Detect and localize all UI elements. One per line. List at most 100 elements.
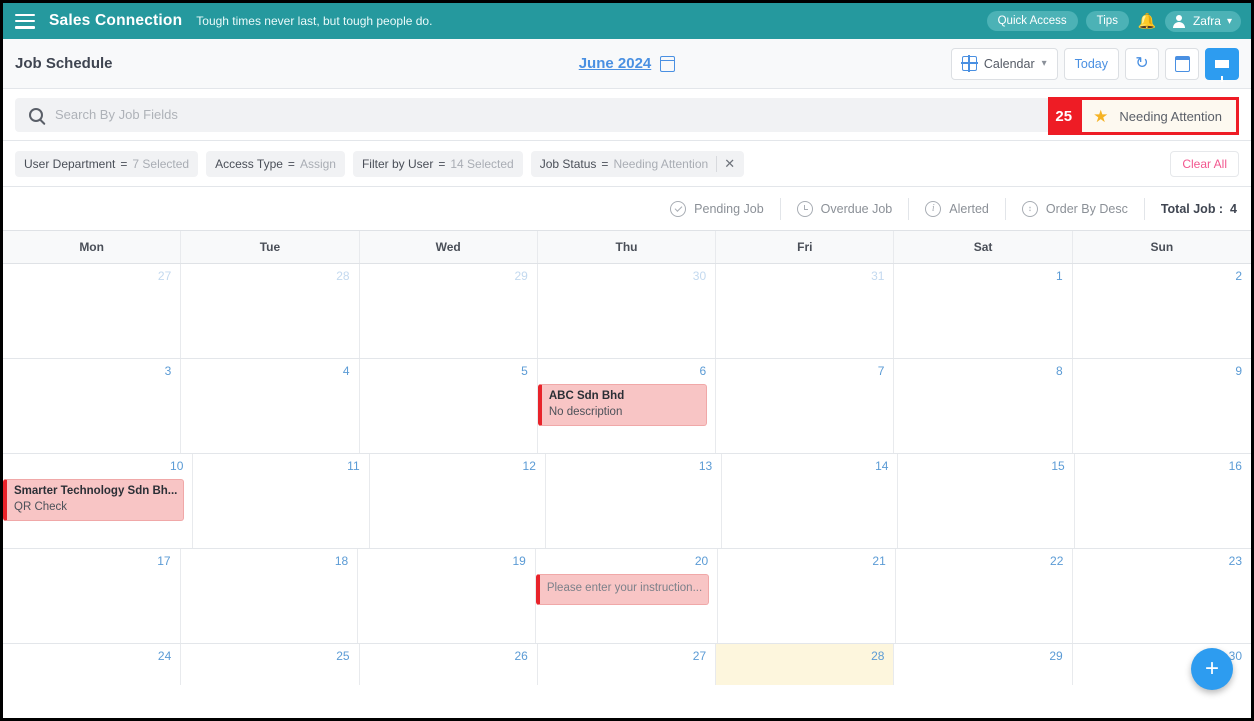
calendar-day-cell[interactable]: 17 [3,549,181,643]
user-menu[interactable]: Zafra ▾ [1164,10,1241,32]
chip-label: Filter by User [361,156,434,171]
chip-label: Job Status [539,156,597,171]
calendar-day-cell[interactable]: 6 ABC Sdn Bhd No description [537,359,717,453]
app-window: Sales Connection Tough times never last,… [0,0,1254,721]
calendar-day-cell[interactable]: 27 [3,264,182,358]
hamburger-menu-icon[interactable] [15,13,35,29]
calendar-week-row: 10 Smarter Technology Sdn Bh... QR Check 11… [3,454,1251,549]
legend-label: Order By Desc [1045,201,1128,216]
calendar-week-row: 3 4 5 6 ABC Sdn Bhd No description 7 8 9 [3,359,1251,454]
calendar-day-cell[interactable]: 1 [894,264,1073,358]
calendar-day-cell[interactable]: 21 [718,549,896,643]
weekday-wed: Wed [360,231,538,263]
job-event-title: Smarter Technology Sdn Bh... [14,485,178,497]
day-number: 7 [877,364,885,378]
add-job-button[interactable]: + [1191,648,1233,690]
needing-attention-button[interactable]: ★ Needing Attention [1079,97,1239,135]
legend-pending-job[interactable]: Pending Job [654,197,781,220]
clear-all-button[interactable]: Clear All [1170,150,1239,177]
chip-value: Assign [299,156,336,171]
calendar-day-cell[interactable]: 13 [545,454,723,548]
day-number: 29 [514,269,528,283]
job-event-title: ABC Sdn Bhd [548,390,625,402]
calendar-day-cell[interactable]: 14 [722,454,899,548]
filter-chip-filter-by-user[interactable]: Filter by User = 14 Selected [352,150,523,177]
view-mode-label: Calendar [983,56,1035,71]
calendar-day-cell[interactable]: 25 [181,644,360,685]
check-circle-icon [670,200,687,217]
legend-order-by-desc[interactable]: ↕ Order By Desc [1006,197,1145,220]
calendar-day-cell[interactable]: 15 [898,454,1075,548]
calendar-day-cell[interactable]: 20 Please enter your instruction... [535,549,719,643]
date-picker-button[interactable] [1165,47,1199,80]
view-mode-selector[interactable]: Calendar ▾ [950,47,1058,80]
calendar-day-cell[interactable]: 22 [895,549,1074,643]
calendar-day-cell[interactable]: 31 [716,264,895,358]
legend-overdue-job[interactable]: Overdue Job [781,197,910,220]
quick-access-button[interactable]: Quick Access [986,10,1078,32]
calendar-day-cell[interactable]: 24 [3,644,182,685]
current-month-label[interactable]: June 2024 [579,55,652,72]
top-bar-actions: Quick Access Tips 🔔 Zafra ▾ [986,10,1241,32]
chip-value: 14 Selected [450,156,514,171]
calendar-day-cell[interactable]: 23 [1073,549,1251,643]
day-number: 12 [522,459,536,473]
day-events: Please enter your instruction... [535,574,711,605]
calendar-day-cell[interactable]: 27 [537,644,717,685]
job-event-card[interactable]: Smarter Technology Sdn Bh... QR Check [3,479,185,522]
calendar-day-cell[interactable]: 16 [1074,454,1251,548]
legend-label: Alerted [949,201,989,216]
day-number: 5 [521,364,528,378]
calendar-day-cell[interactable]: 5 [359,359,538,453]
sort-desc-icon: ↕ [1021,200,1038,217]
calendar-day-cell[interactable]: 29 [894,644,1073,685]
clock-icon [796,200,813,217]
filter-button[interactable] [1205,47,1239,82]
star-icon: ★ [1093,106,1109,126]
calendar-day-cell[interactable]: 26 [359,644,538,685]
calendar-day-cell[interactable]: 19 [358,549,536,643]
needing-attention-annotation: 25 ★ Needing Attention [1048,97,1239,135]
tips-button[interactable]: Tips [1085,10,1129,32]
day-number: 13 [698,459,713,473]
calendar-day-cell[interactable]: 4 [181,359,360,453]
bell-icon[interactable]: 🔔 [1137,14,1157,29]
day-number: 18 [334,554,349,568]
calendar-day-cell[interactable]: 7 [716,359,895,453]
filter-chip-access-type[interactable]: Access Type = Assign [206,150,345,177]
calendar-icon[interactable] [660,55,676,72]
calendar-day-cell[interactable]: 9 [1072,359,1251,453]
calendar-day-cell[interactable]: 29 [359,264,538,358]
job-event-card[interactable]: Please enter your instruction... [535,574,710,605]
calendar-day-cell[interactable]: 8 [894,359,1073,453]
calendar-day-cell[interactable]: 30 [537,264,717,358]
calendar-day-cell[interactable]: 10 Smarter Technology Sdn Bh... QR Check [3,454,194,548]
today-button[interactable]: Today [1063,47,1119,80]
close-icon[interactable]: ✕ [716,155,735,172]
day-number: 26 [514,649,528,663]
info-icon: i [925,200,942,217]
filter-chip-job-status[interactable]: Job Status = Needing Attention ✕ [530,150,745,177]
day-number: 11 [347,459,360,473]
calendar-day-cell[interactable]: 3 [3,359,182,453]
day-number: 8 [1056,364,1063,378]
calendar-day-cell[interactable]: 28 [181,264,360,358]
legend-alerted[interactable]: i Alerted [909,197,1006,220]
filter-icon [1215,59,1229,82]
refresh-button[interactable]: ↻ [1125,47,1159,80]
calendar-day-cell[interactable]: 11 [193,454,370,548]
calendar-day-cell[interactable]: 18 [180,549,359,643]
tagline-text: Tough times never last, but tough people… [196,14,433,28]
filter-chip-user-department[interactable]: User Department = 7 Selected [15,150,199,177]
total-job-count: Total Job : 4 [1145,202,1237,216]
job-event-card[interactable]: ABC Sdn Bhd No description [537,384,708,427]
calendar-day-cell[interactable]: 12 [369,454,546,548]
calendar-week-row: 17 18 19 20 Please enter your instruction...… [3,549,1251,644]
app-brand-title: Sales Connection [49,12,183,29]
day-number: 31 [871,269,885,283]
avatar-icon [1172,14,1187,29]
day-number: 23 [1228,554,1242,568]
refresh-icon: ↻ [1135,54,1149,72]
calendar-day-cell[interactable]: 28 [716,644,895,685]
calendar-day-cell[interactable]: 2 [1072,264,1251,358]
